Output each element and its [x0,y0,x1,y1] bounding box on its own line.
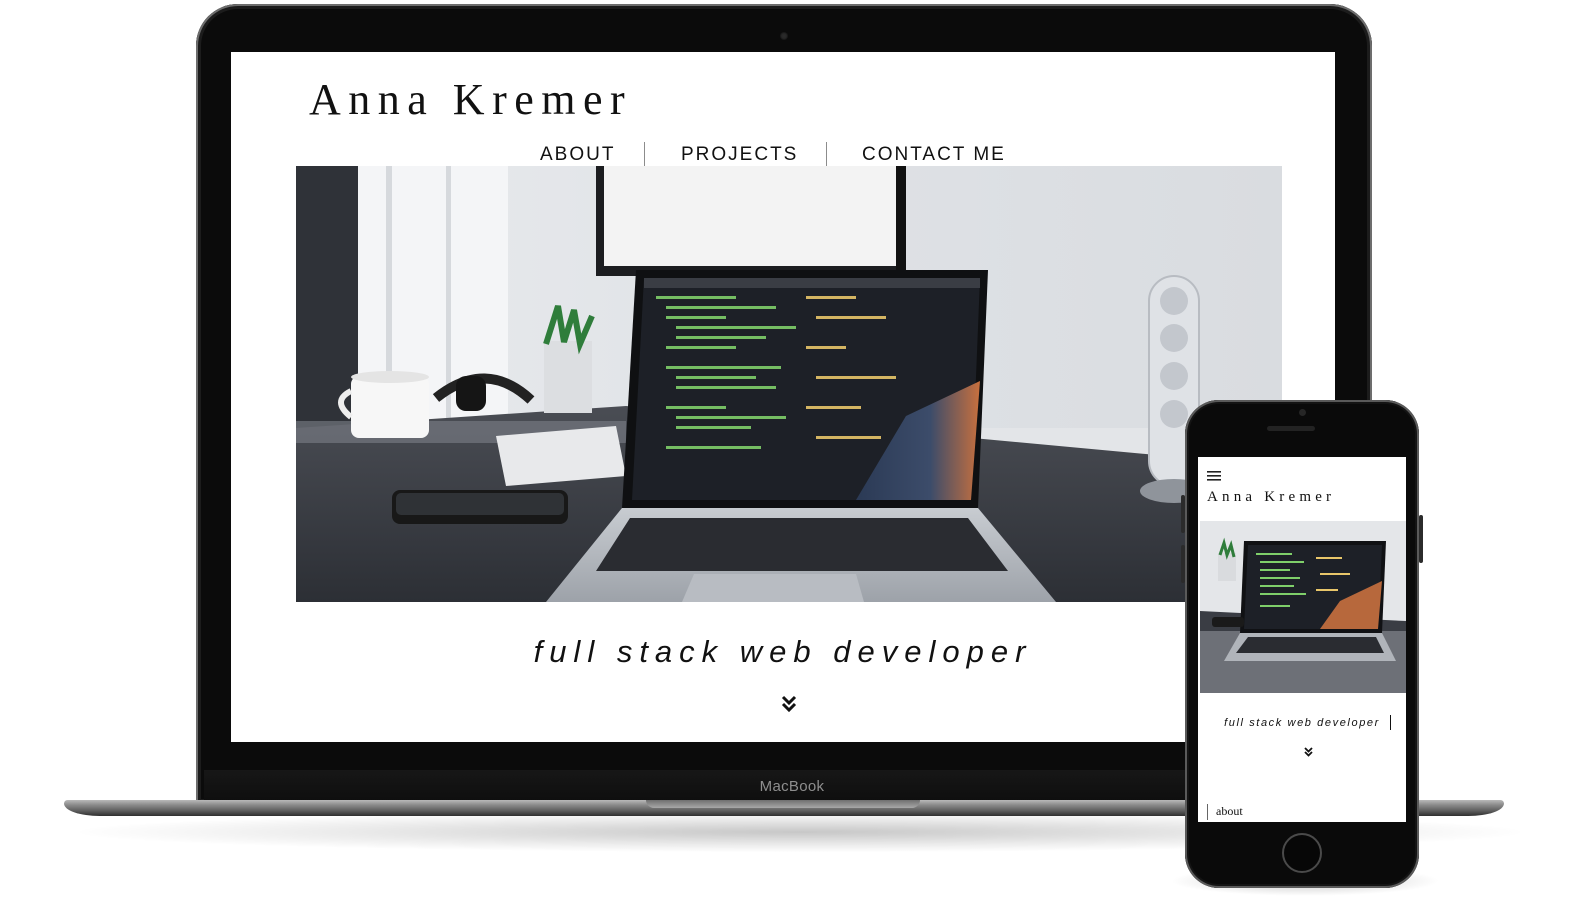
phone-camera [1299,409,1306,416]
double-chevron-down-icon[interactable] [1304,744,1313,762]
nav-projects[interactable]: PROJECTS [681,144,798,166]
section-marker [1207,804,1208,820]
phone-power-button [1419,515,1423,563]
hero-tagline: full stack web developer [533,634,1033,669]
nav-divider [644,142,645,168]
text-cursor [1390,715,1391,730]
phone-volume-button [1181,495,1185,533]
phone-speaker [1267,426,1315,431]
mobile-site-title[interactable]: Anna Kremer [1207,489,1335,506]
phone-home-button[interactable] [1282,833,1322,873]
mobile-about-link[interactable]: about [1216,804,1243,819]
mobile-hero-tagline: full stack web developer [1224,717,1380,729]
nav-contact-me[interactable]: CONTACT ME [862,144,1006,166]
hero-image [296,166,1282,602]
double-chevron-down-icon[interactable] [781,695,797,718]
laptop-screen: Anna Kremer ABOUT PROJECTS CONTACT ME fu… [231,52,1335,742]
phone-volume-button [1181,545,1185,583]
phone-screen: Anna Kremer full stack web developer abo… [1198,457,1406,822]
site-title[interactable]: Anna Kremer [309,74,632,125]
hamburger-menu-icon[interactable] [1207,468,1221,486]
nav-divider [826,142,827,168]
nav-about[interactable]: ABOUT [540,144,615,166]
laptop-camera [780,32,788,40]
laptop-opening-notch [646,800,920,808]
mobile-hero-image [1200,521,1406,693]
